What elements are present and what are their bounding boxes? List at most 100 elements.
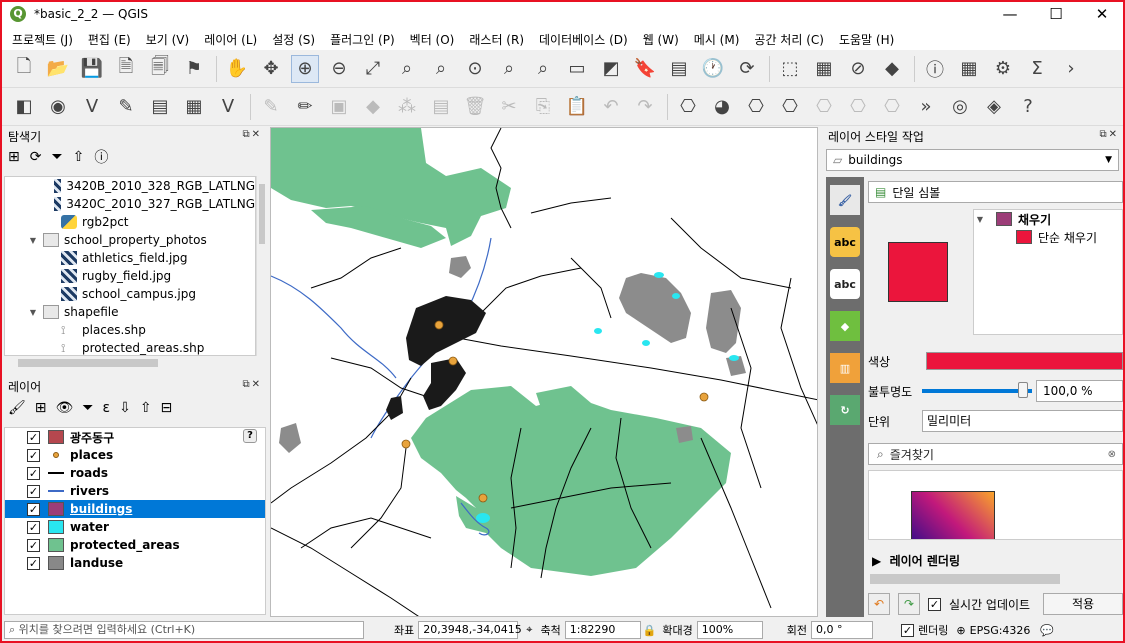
plugin-glasses-icon[interactable]: ◎ [946, 93, 974, 121]
layer-visibility-checkbox[interactable]: ✓ [27, 556, 40, 570]
vertex-tool-icon[interactable]: ⁂ [393, 93, 421, 121]
landuse-polygon[interactable] [676, 426, 693, 443]
undo-icon[interactable]: ↶ [597, 93, 625, 121]
paintbrush-icon[interactable]: 🖌 [830, 185, 860, 215]
unit-select[interactable]: 밀리미터 [922, 410, 1123, 432]
zoom-full-icon[interactable]: ⤢ [359, 55, 387, 83]
browser-item[interactable]: ▼ school_property_photos [5, 231, 255, 249]
browser-item[interactable]: athletics_field.jpg [5, 249, 255, 267]
processing-toolbox-icon[interactable]: ⚙ [989, 55, 1017, 83]
menu-settings[interactable]: 설정 (S) [272, 31, 315, 48]
pan-icon[interactable]: ✋ [223, 55, 251, 83]
render-checkbox[interactable]: ✓ [901, 623, 915, 637]
lock-icon[interactable]: 🔒 [643, 624, 657, 637]
select-features-icon[interactable]: ⬚ [776, 55, 804, 83]
delete-selected-icon[interactable]: 🗑 [461, 93, 489, 121]
menu-vector[interactable]: 벡터 (O) [410, 31, 455, 48]
place-point[interactable] [448, 356, 458, 366]
place-point[interactable] [699, 392, 709, 402]
browser-item[interactable]: ⟟ protected_areas.shp [5, 339, 255, 355]
road-line[interactable] [780, 277, 818, 428]
menu-view[interactable]: 보기 (V) [146, 31, 189, 48]
clear-search-icon[interactable]: ⊗ [1108, 449, 1116, 460]
water-polygon[interactable] [476, 513, 490, 523]
layer-item[interactable]: ✓ landuse [5, 554, 265, 572]
layer-rendering-section[interactable]: ▶ 레이어 렌더링 [872, 552, 960, 569]
opacity-spinbox[interactable]: 100,0 % [1036, 380, 1123, 402]
zoom-native-icon[interactable]: ⊙ [461, 55, 489, 83]
new-geopackage-icon[interactable]: ▤ [146, 93, 174, 121]
river-line[interactable] [271, 275, 397, 379]
statistics-icon[interactable]: Σ [1023, 55, 1051, 83]
new-shapefile-icon[interactable]: ▦ [180, 93, 208, 121]
browser-item[interactable]: rgb2pct [5, 213, 255, 231]
symbol-tree-simple-fill[interactable]: 단순 채우기 [974, 228, 1122, 246]
abc-icon[interactable]: abc [830, 269, 860, 299]
layer-item[interactable]: ✓ buildings [5, 500, 265, 518]
overflow-icon[interactable]: » [912, 93, 940, 121]
browser-item[interactable]: ⟟ places.shp [5, 321, 255, 339]
crs-label[interactable]: EPSG:4326 [970, 624, 1031, 637]
collapse-all-icon[interactable]: ⇧ [73, 149, 85, 165]
zoom-in-icon[interactable]: ⊕ [291, 54, 319, 83]
show-bookmarks-icon[interactable]: ▤ [665, 55, 693, 83]
messages-icon[interactable]: 💬 [1040, 624, 1054, 637]
help-icon[interactable]: ? [1014, 93, 1042, 121]
add-delimited-text-icon[interactable]: V [78, 93, 106, 121]
menu-database[interactable]: 데이터베이스 (D) [539, 31, 628, 48]
style-manager-icon[interactable]: ⚑ [180, 55, 208, 83]
rotate-label-icon[interactable]: ⎔ [844, 93, 872, 121]
landuse-polygon[interactable] [449, 256, 471, 278]
refresh-icon[interactable]: ⟳ [30, 149, 42, 165]
zoom-out-icon[interactable]: ⊖ [325, 55, 353, 83]
layer-visibility-checkbox[interactable]: ✓ [27, 538, 40, 552]
gradient-symbol[interactable] [911, 491, 995, 539]
change-label-icon[interactable]: ⎔ [878, 93, 906, 121]
diagram-icon[interactable]: ◕ [708, 93, 736, 121]
crs-globe-icon[interactable]: ⊕ [956, 624, 965, 637]
layer-item[interactable]: ✓ water [5, 518, 265, 536]
place-point[interactable] [401, 439, 411, 449]
expression-filter-icon[interactable]: ε [103, 400, 111, 416]
layer-select[interactable]: ▱ buildings ▼ [826, 149, 1119, 171]
opacity-slider-handle[interactable] [1018, 382, 1028, 398]
add-vector-layer-icon[interactable]: ◉ [44, 93, 72, 121]
remove-layer-icon[interactable]: ⊟ [161, 400, 173, 416]
new-3d-view-icon[interactable]: ◩ [597, 55, 625, 83]
menu-help[interactable]: 도움말 (H) [839, 31, 894, 48]
live-update-checkbox[interactable]: ✓ [928, 597, 941, 611]
water-polygon[interactable] [729, 355, 739, 361]
road-line[interactable] [475, 267, 582, 319]
new-virtual-layer-icon[interactable]: V [214, 93, 242, 121]
road-line[interactable] [700, 437, 772, 609]
filter-legend-icon[interactable]: ⏷ [82, 400, 93, 416]
style-icon[interactable]: 🖌 [8, 400, 26, 416]
deselect-icon[interactable]: ⊘ [844, 55, 872, 83]
toggle-extents-icon[interactable]: ⌖ [526, 623, 532, 637]
layout-manager-icon[interactable]: 🗐 [146, 55, 174, 83]
expand-arrow-icon[interactable]: ▼ [27, 308, 39, 317]
expand-arrow-icon[interactable]: ▼ [27, 236, 39, 245]
opacity-slider[interactable] [922, 389, 1032, 393]
expand-all-icon[interactable]: ⇩ [119, 400, 131, 416]
toggle-editing-icon[interactable]: ✏ [291, 93, 319, 121]
protected-area-polygon[interactable] [411, 386, 731, 576]
add-selected-layers-icon[interactable]: ⊞ [8, 149, 20, 165]
layer-visibility-checkbox[interactable]: ✓ [27, 520, 40, 534]
layer-visibility-checkbox[interactable]: ✓ [27, 484, 40, 498]
modify-attributes-icon[interactable]: ▤ [427, 93, 455, 121]
favorites-search[interactable]: ⌕ 즐겨찾기 ⊗ [868, 443, 1123, 465]
redo-button[interactable]: ↷ [898, 593, 920, 615]
pan-to-selection-icon[interactable]: ✥ [257, 55, 285, 83]
water-polygon[interactable] [654, 272, 664, 278]
temporal-controller-icon[interactable]: 🕐 [699, 55, 727, 83]
road-line[interactable] [670, 217, 792, 289]
panel-float-close-icon[interactable]: ⧉✕ [242, 379, 262, 390]
layer-item[interactable]: ✓ protected_areas [5, 536, 265, 554]
data-source-manager-icon[interactable]: ◧ [10, 93, 38, 121]
symbol-tree-fill[interactable]: ▼ 채우기 [974, 210, 1122, 228]
panel-float-close-icon[interactable]: ⧉✕ [242, 129, 262, 140]
digitize-icon[interactable]: ✎ [112, 93, 140, 121]
zoom-to-layer-icon[interactable]: ⌕ [427, 55, 455, 83]
road-line[interactable] [310, 247, 402, 289]
